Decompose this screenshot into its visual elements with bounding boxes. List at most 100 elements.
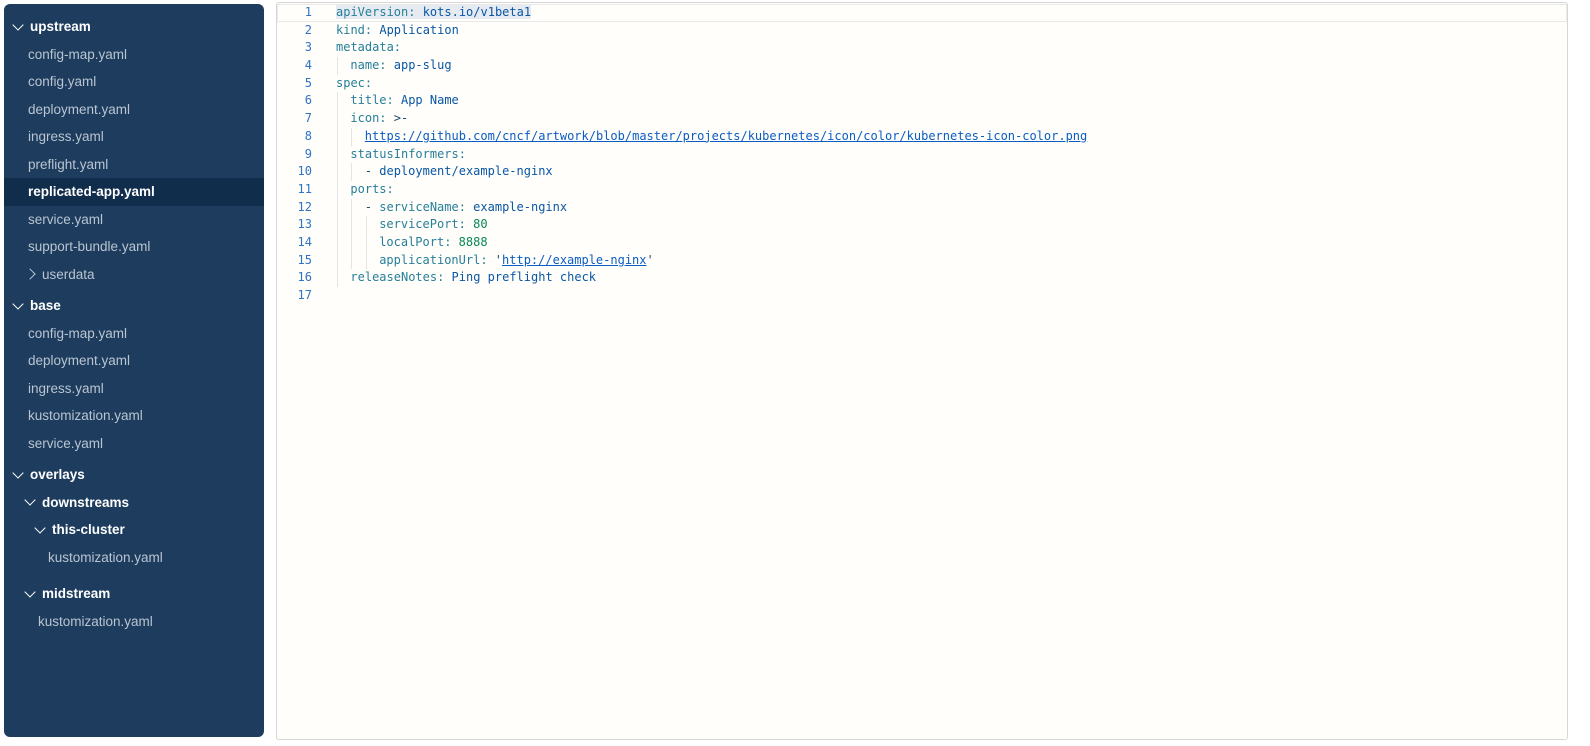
tree-item-label: deployment.yaml: [28, 102, 130, 117]
code-line[interactable]: 17: [277, 287, 1567, 305]
indent-guide: [351, 128, 352, 146]
tree-item-label: config.yaml: [28, 74, 96, 89]
line-number: 6: [277, 92, 312, 110]
chevron-down-icon[interactable]: [12, 19, 23, 30]
tree-folder-upstream[interactable]: upstream: [4, 13, 264, 41]
tree-folder-base[interactable]: base: [4, 292, 264, 320]
tree-folder-overlays[interactable]: overlays: [4, 461, 264, 489]
code-token-val: example-nginx: [466, 200, 567, 214]
code-line-text: localPort: 8888: [312, 234, 488, 252]
code-line-text: metadata:: [312, 39, 401, 57]
code-line[interactable]: 13servicePort: 80: [277, 216, 1567, 234]
code-token-key: name:: [350, 58, 386, 72]
tree-item-label: deployment.yaml: [28, 353, 130, 368]
code-line[interactable]: 11 ports:: [277, 181, 1567, 199]
tree-file-ingress-yaml[interactable]: ingress.yaml: [4, 375, 264, 403]
code-token-key: ports:: [350, 182, 393, 196]
indent-guide: [351, 234, 352, 252]
code-token-key: localPort:: [379, 235, 451, 249]
indent-guide: [351, 216, 352, 234]
chevron-down-icon[interactable]: [24, 586, 35, 597]
code-line-text: icon: >-: [312, 110, 408, 128]
code-line[interactable]: 16releaseNotes: Ping preflight check: [277, 269, 1567, 287]
line-number: 10: [277, 163, 312, 181]
line-number: 17: [277, 287, 312, 305]
tree-file-kustomization-yaml[interactable]: kustomization.yaml: [4, 402, 264, 430]
chevron-down-icon[interactable]: [34, 522, 45, 533]
tree-file-config-yaml[interactable]: config.yaml: [4, 68, 264, 96]
chevron-down-icon[interactable]: [12, 298, 23, 309]
line-number: 12: [277, 199, 312, 217]
code-token-punc: ': [488, 253, 502, 267]
tree-file-preflight-yaml[interactable]: preflight.yaml: [4, 151, 264, 179]
indent-guide: [351, 199, 352, 217]
indent-guide: [337, 269, 338, 287]
tree-file-deployment-yaml[interactable]: deployment.yaml: [4, 96, 264, 124]
indent-guide: [337, 163, 338, 181]
tree-item-label: midstream: [42, 586, 110, 601]
code-line[interactable]: 5spec:: [277, 75, 1567, 93]
code-line[interactable]: 9statusInformers:: [277, 146, 1567, 164]
indent-guide: [337, 92, 338, 110]
tree-item-label: support-bundle.yaml: [28, 239, 150, 254]
tree-folder-downstreams[interactable]: downstreams: [4, 489, 264, 517]
tree-file-replicated-app-yaml[interactable]: replicated-app.yaml: [4, 178, 264, 206]
indent-guide: [337, 199, 338, 217]
tree-file-kustomization-yaml[interactable]: kustomization.yaml: [4, 608, 264, 636]
code-token-key: applicationUrl:: [379, 253, 487, 267]
indent-guide: [337, 216, 338, 234]
file-tree-sidebar: upstreamconfig-map.yamlconfig.yamldeploy…: [4, 4, 264, 737]
code-token-key: releaseNotes:: [350, 270, 444, 284]
tree-item-label: userdata: [42, 267, 95, 282]
tree-file-service-yaml[interactable]: service.yaml: [4, 206, 264, 234]
url-link[interactable]: https://github.com/cncf/artwork/blob/mas…: [365, 129, 1087, 143]
tree-folder-this-cluster[interactable]: this-cluster: [4, 516, 264, 544]
line-number: 13: [277, 216, 312, 234]
code-token-val: kots.io/v1beta1: [415, 5, 531, 19]
code-line[interactable]: 8https://github.com/cncf/artwork/blob/ma…: [277, 128, 1567, 146]
code-line[interactable]: 15applicationUrl: 'http://example-nginx': [277, 252, 1567, 270]
code-line[interactable]: 2kind: Application: [277, 22, 1567, 40]
tree-item-label: kustomization.yaml: [48, 550, 163, 565]
line-number: 11: [277, 181, 312, 199]
url-link[interactable]: http://example-nginx: [502, 253, 647, 267]
indent-guide: [366, 234, 367, 252]
tree-item-label: service.yaml: [28, 212, 103, 227]
code-line[interactable]: 12- serviceName: example-nginx: [277, 199, 1567, 217]
code-line[interactable]: 3metadata:: [277, 39, 1567, 57]
code-line-text: applicationUrl: 'http://example-nginx': [312, 252, 654, 270]
code-token-num: 8888: [451, 235, 487, 249]
indent-guide: [366, 216, 367, 234]
line-number: 3: [277, 39, 312, 57]
code-line[interactable]: 4name: app-slug: [277, 57, 1567, 75]
code-line[interactable]: 10- deployment/example-nginx: [277, 163, 1567, 181]
code-line[interactable]: 1apiVersion: kots.io/v1beta1: [277, 4, 1567, 22]
tree-item-label: replicated-app.yaml: [28, 184, 155, 199]
tree-file-ingress-yaml[interactable]: ingress.yaml: [4, 123, 264, 151]
tree-file-config-map-yaml[interactable]: config-map.yaml: [4, 320, 264, 348]
tree-file-support-bundle-yaml[interactable]: support-bundle.yaml: [4, 233, 264, 261]
code-token-punc: >-: [387, 111, 409, 125]
tree-item-label: base: [30, 298, 61, 313]
tree-file-deployment-yaml[interactable]: deployment.yaml: [4, 347, 264, 375]
code-token-key: title:: [350, 93, 393, 107]
chevron-down-icon[interactable]: [24, 495, 35, 506]
code-token-num: 80: [466, 217, 488, 231]
tree-file-service-yaml[interactable]: service.yaml: [4, 430, 264, 458]
tree-file-config-map-yaml[interactable]: config-map.yaml: [4, 41, 264, 69]
tree-item-label: this-cluster: [52, 522, 125, 537]
indent-guide: [366, 252, 367, 270]
code-line[interactable]: 7icon: >-: [277, 110, 1567, 128]
code-line[interactable]: 6title: App Name: [277, 92, 1567, 110]
chevron-down-icon[interactable]: [12, 467, 23, 478]
line-number: 5: [277, 75, 312, 93]
code-token-punc: ': [647, 253, 654, 267]
code-line[interactable]: 14localPort: 8888: [277, 234, 1567, 252]
chevron-right-icon[interactable]: [24, 269, 35, 280]
indent-guide: [337, 234, 338, 252]
tree-folder-userdata[interactable]: userdata: [4, 261, 264, 289]
code-editor[interactable]: 1apiVersion: kots.io/v1beta12kind: Appli…: [276, 2, 1568, 740]
tree-folder-midstream[interactable]: midstream: [4, 580, 264, 608]
tree-file-kustomization-yaml[interactable]: kustomization.yaml: [4, 544, 264, 572]
tree-item-label: ingress.yaml: [28, 129, 104, 144]
